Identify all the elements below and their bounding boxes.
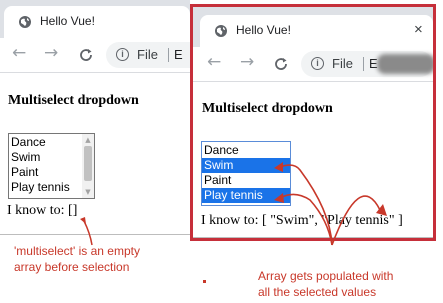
address-separator	[168, 48, 169, 62]
annotation-arrows-right	[274, 162, 387, 246]
note-line: all the selected values	[258, 285, 377, 299]
reload-icon[interactable]	[78, 47, 94, 63]
browser-toolbar: ← → i File E	[0, 38, 190, 73]
browser-tab[interactable]: Hello Vue!	[4, 6, 190, 38]
scroll-thumb[interactable]	[84, 146, 92, 181]
scroll-up-arrow-icon[interactable]: ▲	[82, 135, 94, 145]
multiselect-listbox[interactable]: Dance Swim Paint Play tennis ▲ ▼	[8, 133, 95, 199]
browser-window-before: Hello Vue! ← → i File E Multiselect drop…	[0, 0, 190, 240]
selection-result: I know to: []	[7, 203, 78, 218]
close-tab-icon[interactable]: ×	[414, 21, 423, 38]
page-heading: Multiselect dropdown	[8, 93, 139, 108]
note-line: Array gets populated with	[258, 269, 394, 283]
scroll-down-arrow-icon[interactable]: ▼	[82, 187, 94, 197]
forward-arrow-icon[interactable]: →	[44, 43, 58, 63]
tab-strip: Hello Vue!	[0, 0, 190, 38]
page-heading: Multiselect dropdown	[202, 101, 333, 116]
tab-title: Hello Vue!	[40, 14, 95, 28]
tab-strip: Hello Vue! ×	[193, 7, 433, 47]
back-arrow-icon[interactable]: ←	[12, 43, 26, 63]
annotation-note-right: Array gets populated with all the select…	[258, 268, 393, 300]
note-line: 'multiselect' is an empty	[14, 244, 140, 258]
browser-tab[interactable]: Hello Vue! ×	[200, 15, 433, 47]
url-text: E	[174, 47, 183, 62]
listbox-scrollbar[interactable]: ▲ ▼	[82, 134, 94, 198]
scheme-label: File	[137, 47, 158, 62]
forward-arrow-icon[interactable]: →	[240, 52, 254, 72]
annotation-dot	[203, 280, 206, 283]
redacted-url-blur	[377, 54, 433, 74]
annotation-note-left: 'multiselect' is an empty array before s…	[14, 243, 140, 275]
site-info-icon[interactable]: i	[116, 48, 129, 61]
back-arrow-icon[interactable]: ←	[207, 52, 221, 72]
note-line: array before selection	[14, 260, 130, 274]
address-separator	[363, 57, 364, 71]
scheme-label: File	[332, 56, 353, 71]
site-info-icon[interactable]: i	[311, 57, 324, 70]
browser-toolbar: ← → i File E	[193, 47, 433, 82]
globe-icon	[215, 25, 227, 37]
address-bar[interactable]: i File E	[106, 42, 190, 68]
tab-title: Hello Vue!	[236, 23, 291, 37]
globe-icon	[19, 16, 31, 28]
address-bar[interactable]: i File E	[301, 51, 433, 77]
reload-icon[interactable]	[273, 56, 289, 72]
